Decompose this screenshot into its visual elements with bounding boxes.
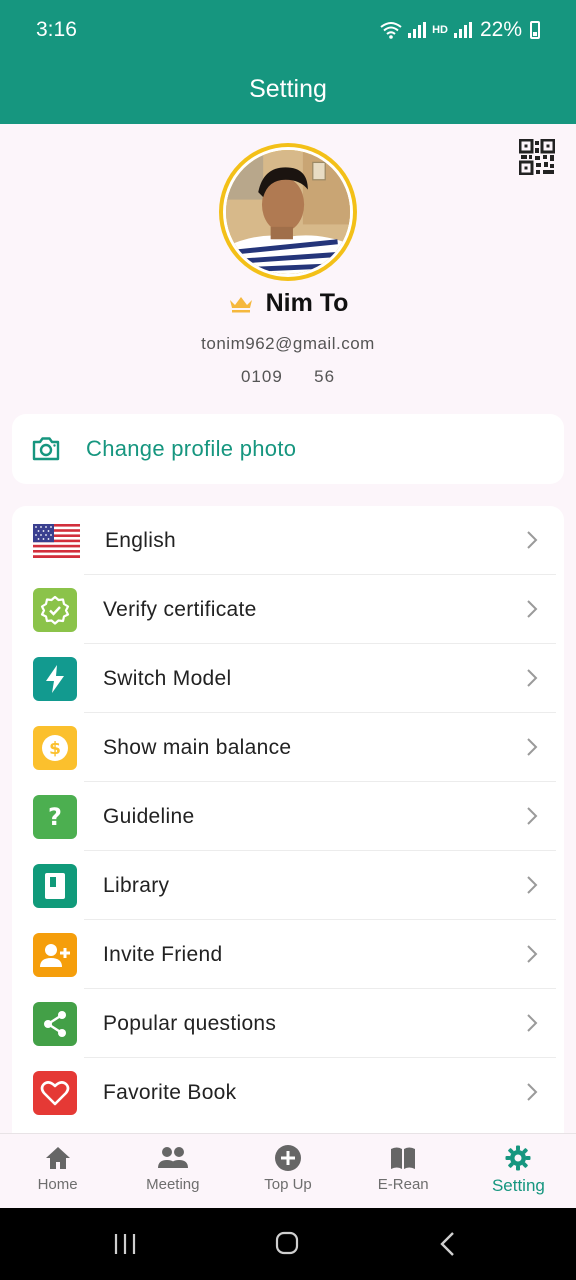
avatar[interactable]	[219, 143, 357, 281]
back-icon[interactable]	[438, 1231, 458, 1257]
chevron-right-icon	[527, 945, 538, 963]
gear-icon	[505, 1145, 531, 1171]
chevron-right-icon	[527, 600, 538, 618]
wifi-icon	[380, 22, 402, 39]
profile-email: tonim962@gmail.com	[201, 334, 375, 353]
menu-item-show-main-balance[interactable]: $ Show main balance	[12, 713, 564, 782]
menu-item-label: Library	[103, 873, 170, 897]
group-icon	[157, 1147, 188, 1168]
menu-item-label: Guideline	[103, 804, 195, 828]
bottom-navigation: Home Meeting Top Up E-Rean Setting	[0, 1133, 576, 1209]
chevron-right-icon	[527, 531, 538, 549]
add-person-icon	[33, 932, 77, 977]
profile-name: Nim To	[265, 289, 349, 317]
page-title: Setting	[249, 75, 327, 103]
network-type-label: HD	[432, 24, 448, 36]
nav-label: Home	[37, 1176, 78, 1193]
chevron-right-icon	[527, 1083, 538, 1101]
battery-icon	[530, 21, 540, 39]
system-navigation-bar	[0, 1208, 576, 1280]
signal-icon-2	[453, 22, 472, 38]
menu-item-label: Switch Model	[103, 666, 232, 690]
menu-item-verify-certificate[interactable]: Verify certificate	[12, 575, 564, 644]
camera-icon	[32, 437, 60, 461]
profile-name-row: Nim To	[0, 289, 576, 318]
battery-percent: 22%	[479, 18, 522, 41]
menu-item-label: English	[105, 528, 176, 552]
nav-e-rean[interactable]: E-Rean	[346, 1134, 461, 1209]
profile-phone: 0109 56	[240, 367, 336, 386]
qr-code-icon[interactable]	[519, 139, 555, 175]
nav-label: Setting	[491, 1176, 545, 1195]
chevron-right-icon	[527, 738, 538, 756]
book-icon	[33, 863, 77, 908]
crown-icon	[229, 296, 252, 312]
nav-home[interactable]: Home	[0, 1134, 115, 1209]
nav-label: E-Rean	[377, 1176, 429, 1193]
status-right: HD 22%	[380, 18, 540, 42]
avatar-photo	[223, 147, 353, 277]
signal-icon	[408, 22, 427, 38]
nav-label: Meeting	[146, 1176, 200, 1193]
menu-item-label: Popular questions	[103, 1011, 277, 1035]
status-time: 3:16	[36, 18, 77, 41]
open-book-icon	[391, 1147, 416, 1169]
change-profile-photo-button[interactable]: Change profile photo	[12, 414, 564, 484]
chevron-right-icon	[527, 807, 538, 825]
chevron-right-icon	[527, 876, 538, 894]
menu-item-label: Favorite Book	[103, 1080, 237, 1104]
svg-text:?: ?	[48, 803, 62, 831]
dollar-coin-icon: $	[33, 725, 77, 770]
plus-circle-icon	[275, 1145, 301, 1171]
nav-meeting[interactable]: Meeting	[115, 1134, 230, 1209]
menu-item-guideline[interactable]: ? Guideline	[12, 782, 564, 851]
menu-item-popular-questions[interactable]: Popular questions	[12, 989, 564, 1058]
menu-item-invite-friend[interactable]: Invite Friend	[12, 920, 564, 989]
chevron-right-icon	[527, 669, 538, 687]
app-bar: Setting	[0, 62, 576, 124]
status-icons: HD	[380, 21, 472, 39]
status-bar: 3:16 HD 22%	[0, 0, 576, 62]
menu-item-library[interactable]: Library	[12, 851, 564, 920]
settings-menu: English Verify certificate Switch Model …	[12, 506, 564, 1146]
recent-apps-icon[interactable]	[113, 1232, 137, 1256]
home-icon	[45, 1147, 70, 1169]
question-icon: ?	[33, 794, 77, 839]
nav-setting[interactable]: Setting	[461, 1134, 576, 1209]
menu-item-english[interactable]: English	[12, 506, 564, 575]
home-button-icon[interactable]	[275, 1231, 299, 1255]
svg-text:$: $	[49, 739, 61, 759]
heart-icon	[33, 1070, 77, 1115]
menu-item-label: Invite Friend	[103, 942, 223, 966]
menu-item-label: Verify certificate	[103, 597, 257, 621]
chevron-right-icon	[527, 1014, 538, 1032]
nav-label: Top Up	[264, 1176, 312, 1193]
menu-item-switch-model[interactable]: Switch Model	[12, 644, 564, 713]
share-icon	[33, 1001, 77, 1046]
menu-item-label: Show main balance	[103, 735, 292, 759]
nav-top-up[interactable]: Top Up	[230, 1134, 345, 1209]
menu-item-favorite-book[interactable]: Favorite Book	[12, 1058, 564, 1127]
us-flag-icon	[33, 523, 80, 558]
lightning-icon	[33, 656, 77, 701]
verified-badge-icon	[33, 587, 77, 632]
change-profile-photo-label: Change profile photo	[86, 436, 297, 461]
